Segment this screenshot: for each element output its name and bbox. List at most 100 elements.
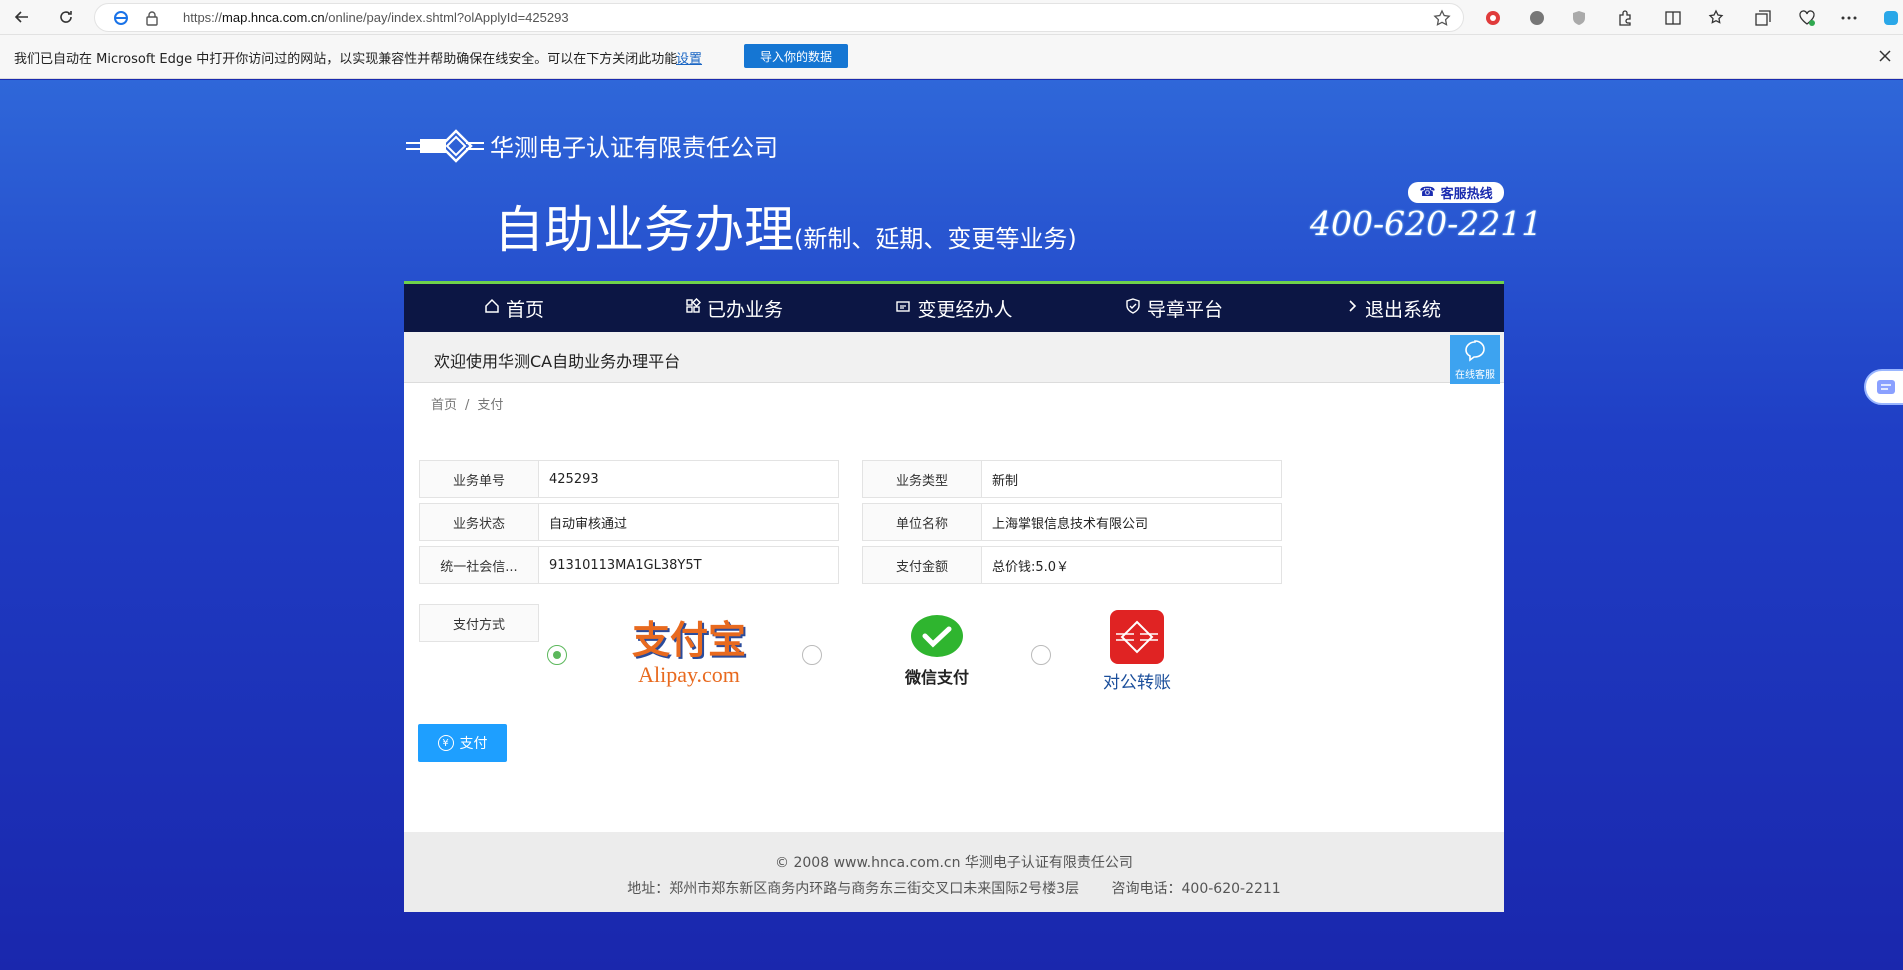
status-row: 业务状态 自动审核通过	[419, 503, 839, 541]
split-screen-icon[interactable]	[1660, 5, 1686, 31]
id-card-icon	[895, 298, 911, 318]
order-no-value: 425293	[539, 460, 839, 498]
transfer-logo[interactable]: 对公转账	[1092, 610, 1182, 693]
credit-code-row: 统一社会信... 91310113MA1GL38Y5T	[419, 546, 839, 584]
welcome-text: 欢迎使用华测CA自助业务办理平台	[434, 352, 681, 371]
biz-type-value: 新制	[982, 460, 1282, 498]
title-sub: (新制、延期、变更等业务)	[794, 225, 1077, 253]
site-logo[interactable]: 华测电子认证有限责任公司	[406, 128, 778, 163]
biz-type-row: 业务类型 新制	[862, 460, 1282, 498]
nav-change-agent[interactable]: 变更经办人	[844, 284, 1064, 332]
nav-seal-platform[interactable]: 导章平台	[1064, 284, 1284, 332]
close-icon[interactable]	[1874, 45, 1896, 67]
nav-label: 已办业务	[706, 298, 783, 321]
url-prefix: https://	[183, 10, 223, 25]
extension-red-icon[interactable]	[1480, 5, 1506, 31]
page-title: 自助业务办理(新制、延期、变更等业务)	[494, 190, 1077, 262]
wechat-pay-logo[interactable]: 微信支付	[892, 614, 982, 687]
alipay-cn-text: 支付宝	[631, 617, 746, 662]
hnca-logo-icon	[406, 128, 484, 163]
breadcrumb-separator: /	[465, 398, 470, 413]
import-data-button[interactable]: 导入你的数据	[744, 44, 848, 68]
welcome-bar: 欢迎使用华测CA自助业务办理平台	[404, 332, 1504, 383]
refresh-icon[interactable]	[52, 4, 80, 30]
back-icon[interactable]	[8, 4, 36, 30]
order-no-label: 业务单号	[419, 460, 539, 498]
url-text[interactable]: https://map.hnca.com.cn/online/pay/index…	[183, 10, 569, 25]
pay-button-label: 支付	[459, 736, 488, 752]
transfer-radio[interactable]	[1031, 645, 1051, 665]
wechat-pay-text: 微信支付	[904, 668, 969, 687]
wechat-icon	[911, 615, 963, 657]
ie-mode-icon[interactable]	[113, 10, 129, 30]
status-value: 自动审核通过	[539, 503, 839, 541]
payment-method-label: 支付方式	[419, 604, 539, 642]
home-icon	[484, 298, 500, 318]
order-no-row: 业务单号 425293	[419, 460, 839, 498]
company-value: 上海掌银信息技术有限公司	[982, 503, 1282, 541]
side-assistant-button[interactable]	[1864, 369, 1903, 405]
shield-icon	[1125, 298, 1141, 318]
yen-icon: ¥	[437, 735, 454, 751]
amount-row: 支付金额 总价钱:5.0￥	[862, 546, 1282, 584]
breadcrumb-current: 支付	[477, 398, 504, 413]
hotline-number: 400-620-2211	[1310, 204, 1543, 243]
breadcrumb-home[interactable]: 首页	[431, 398, 457, 413]
edge-info-bar: 我们已自动在 Microsoft Edge 中打开你访问过的网站，以实现兼容性并…	[0, 35, 1903, 79]
nav-home[interactable]: 首页	[404, 284, 624, 332]
nav-label: 首页	[505, 298, 544, 321]
status-label: 业务状态	[419, 503, 539, 541]
breadcrumb: 首页 / 支付	[431, 394, 503, 413]
main-content: 欢迎使用华测CA自助业务办理平台 在线客服 首页 / 支付 业务单号 425293 …	[404, 332, 1504, 912]
assistant-icon	[1877, 380, 1895, 394]
biz-type-label: 业务类型	[862, 460, 982, 498]
collections-icon[interactable]	[1750, 5, 1776, 31]
company-name: 华测电子认证有限责任公司	[490, 134, 778, 162]
url-path: /online/pay/index.shtml?olApplyId=425293	[324, 10, 569, 25]
footer-copyright: © 2008 www.hnca.com.cn 华测电子认证有限责任公司	[775, 855, 1133, 871]
company-label: 单位名称	[862, 503, 982, 541]
credit-code-label: 统一社会信...	[419, 546, 539, 584]
nav-done-business[interactable]: 已办业务	[624, 284, 844, 332]
hotline-label: 客服热线	[1440, 187, 1493, 202]
settings-link[interactable]: 设置	[676, 48, 702, 67]
amount-value: 总价钱:5.0￥	[982, 546, 1282, 584]
main-nav: 首页 已办业务 变更经办人 导章平台 退出系统	[404, 281, 1504, 332]
address-bar[interactable]: https://map.hnca.com.cn/online/pay/index…	[94, 3, 1464, 32]
chevron-right-icon	[1347, 298, 1359, 318]
nav-label: 变更经办人	[917, 298, 1013, 321]
alipay-en-text: Alipay.com	[638, 662, 740, 687]
nav-logout[interactable]: 退出系统	[1284, 284, 1504, 332]
performance-icon[interactable]	[1794, 5, 1820, 31]
more-menu-icon[interactable]	[1836, 5, 1862, 31]
favorite-star-icon[interactable]	[1433, 9, 1451, 31]
nav-label: 退出系统	[1364, 298, 1441, 321]
info-message: 我们已自动在 Microsoft Edge 中打开你访问过的网站，以实现兼容性并…	[14, 52, 678, 67]
footer: © 2008 www.hnca.com.cn 华测电子认证有限责任公司 地址：郑…	[404, 832, 1504, 912]
title-main: 自助业务办理	[494, 201, 794, 259]
alipay-radio[interactable]	[547, 645, 567, 665]
wechat-radio[interactable]	[802, 645, 822, 665]
alipay-logo[interactable]: 支付宝 Alipay.com	[614, 618, 764, 688]
online-service-button[interactable]: 在线客服	[1450, 335, 1500, 384]
footer-address: 地址：郑州市郑东新区商务内环路与商务东三街交叉口未来国际2号楼3层 咨询电话：4…	[627, 881, 1281, 897]
browser-toolbar: https://map.hnca.com.cn/online/pay/index…	[0, 0, 1903, 35]
chat-bubble-icon	[1465, 340, 1485, 362]
hnca-red-icon	[1110, 610, 1164, 664]
nav-label: 导章平台	[1146, 298, 1223, 321]
extensions-puzzle-icon[interactable]	[1612, 5, 1638, 31]
phone-icon: ☎	[1419, 185, 1436, 200]
pay-button[interactable]: ¥ 支付	[418, 724, 507, 762]
transfer-text: 对公转账	[1103, 673, 1171, 693]
copilot-icon[interactable]	[1878, 5, 1903, 31]
credit-code-value: 91310113MA1GL38Y5T	[539, 546, 839, 584]
url-host: map.hnca.com.cn	[222, 10, 325, 25]
company-row: 单位名称 上海掌银信息技术有限公司	[862, 503, 1282, 541]
favorites-icon[interactable]	[1704, 5, 1730, 31]
hotline-badge: ☎ 客服热线	[1408, 182, 1504, 203]
extension-gray-icon[interactable]	[1524, 5, 1550, 31]
apps-icon	[685, 297, 702, 318]
extension-shield-icon[interactable]	[1566, 5, 1592, 31]
lock-icon[interactable]	[145, 10, 159, 30]
online-service-label: 在线客服	[1455, 370, 1495, 381]
